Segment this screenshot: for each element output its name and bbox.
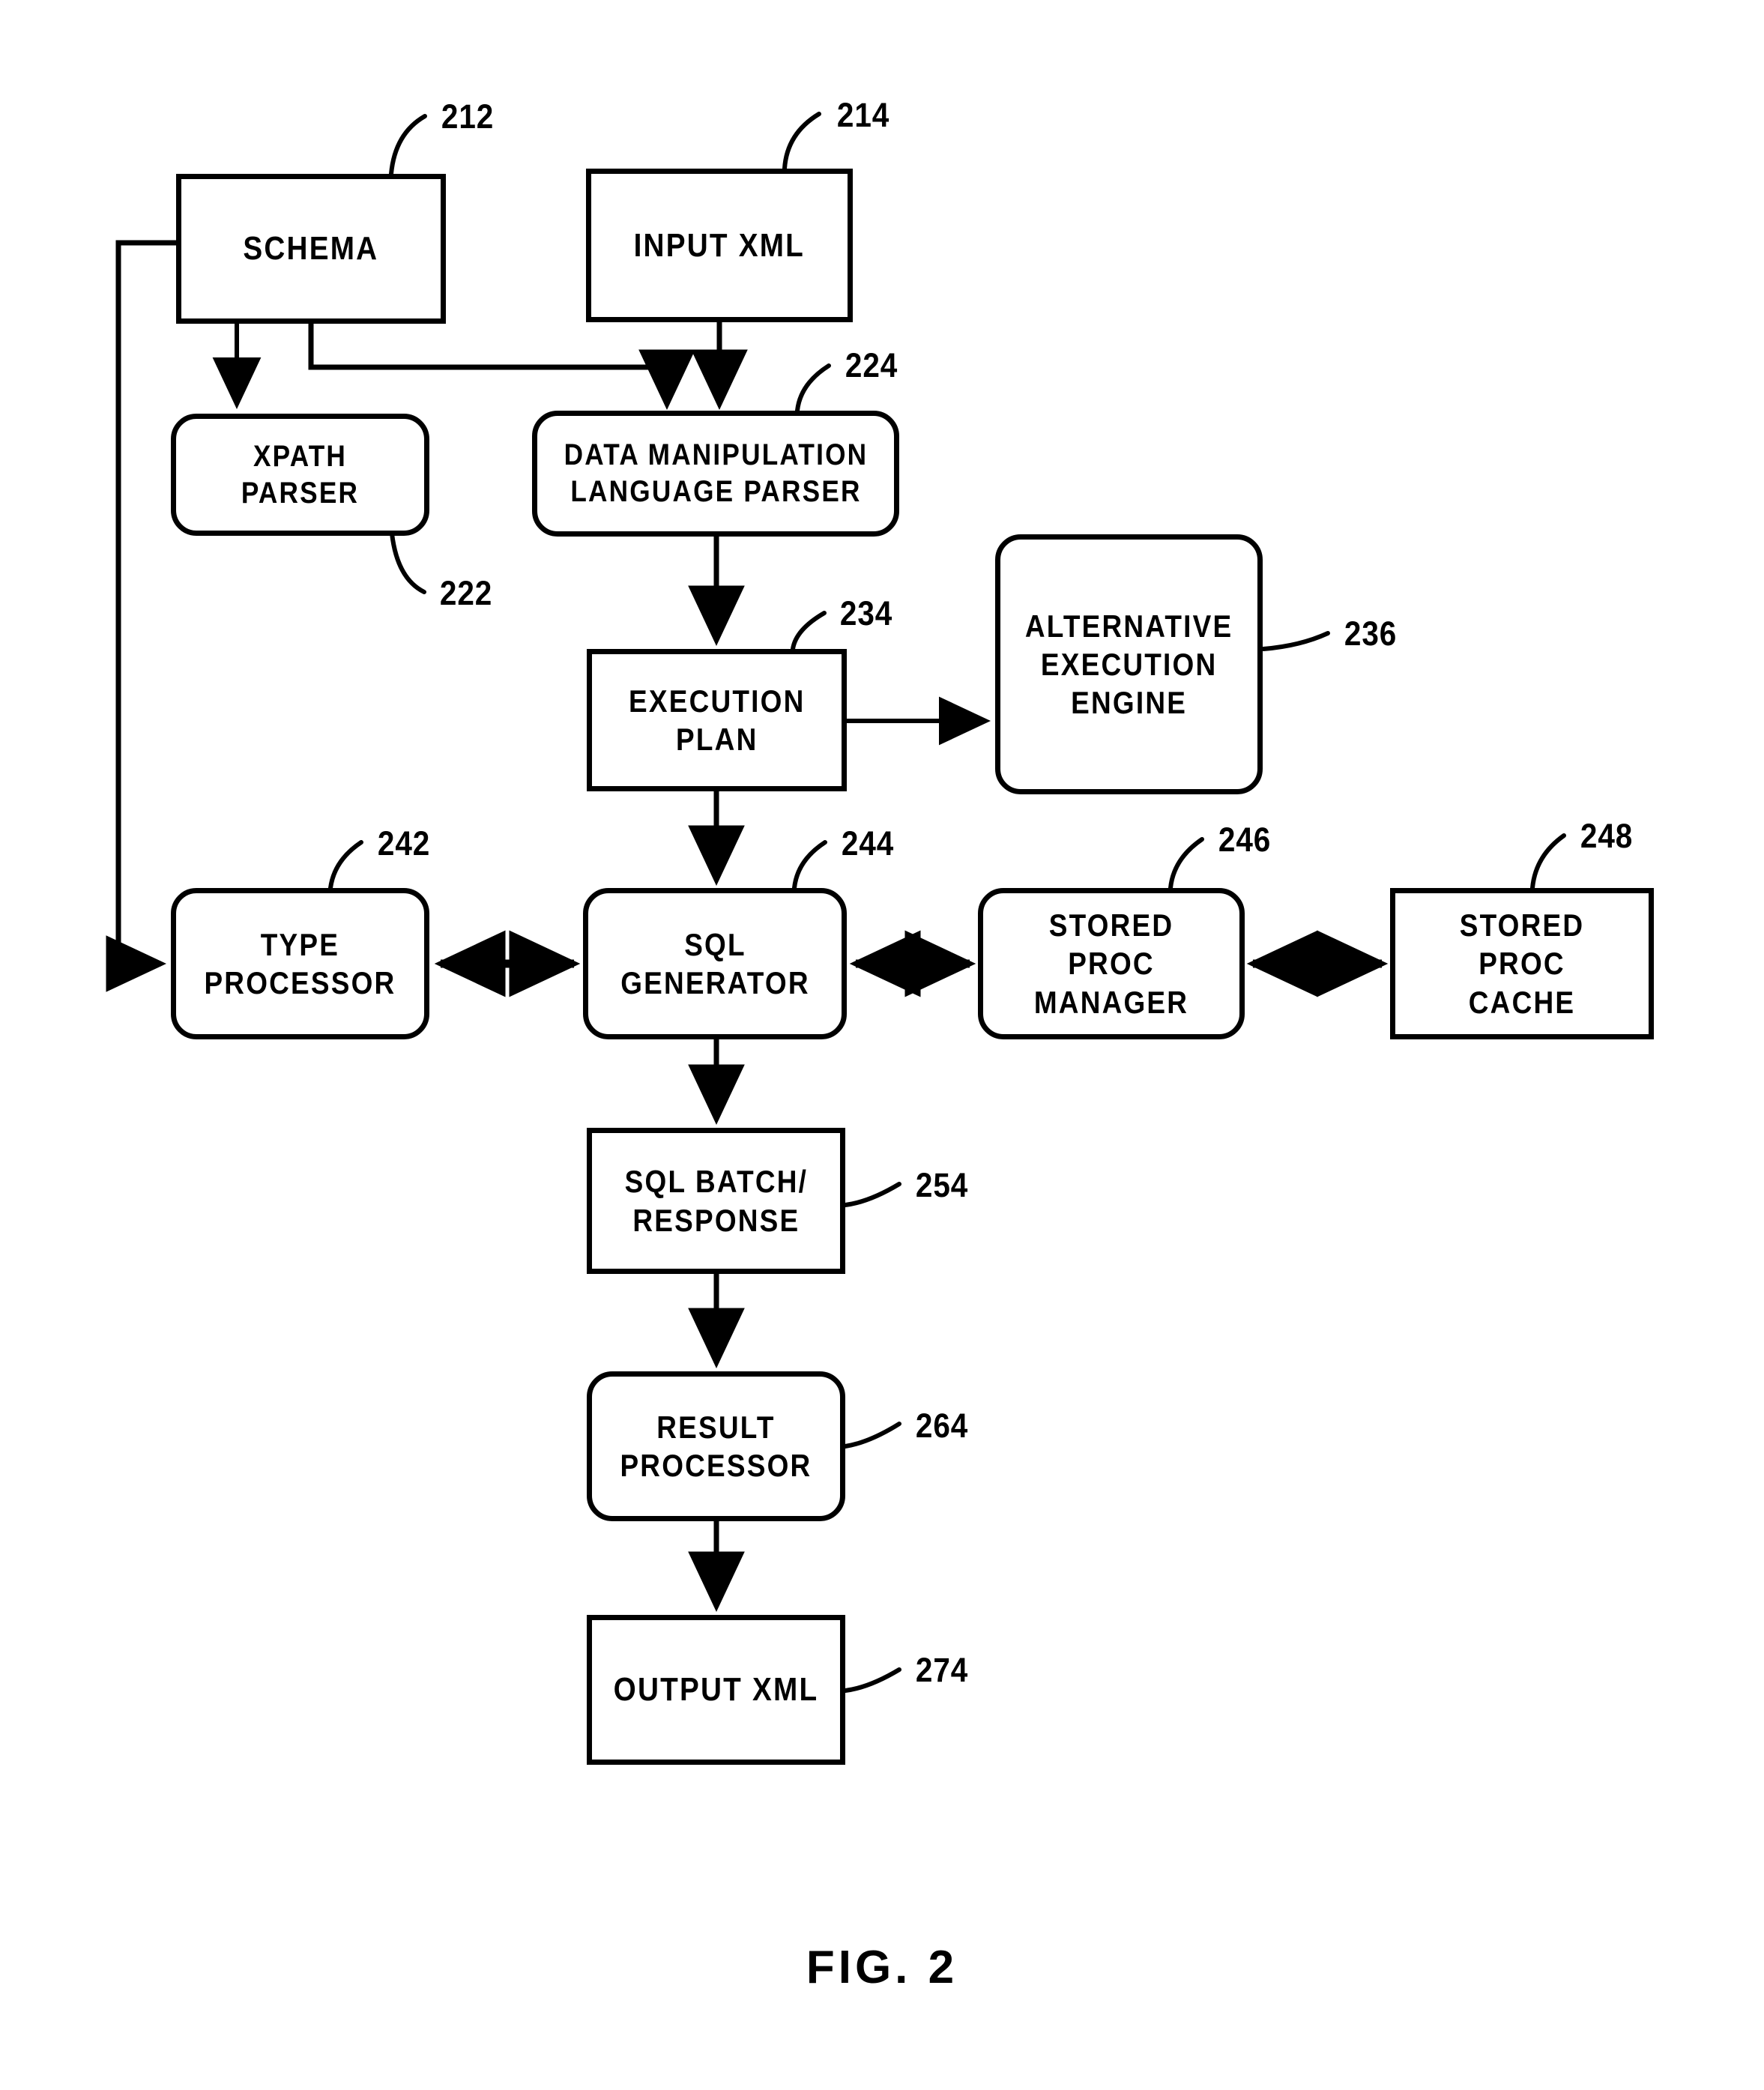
edge-schema-to-dml-parser [308,324,695,410]
node-xpath-parser-label: XPATH PARSER [241,439,360,510]
leader-222 [390,531,426,594]
ref-numeral-222: 222 [439,574,493,612]
node-result-processor[interactable]: RESULT PROCESSOR [587,1371,845,1521]
node-stored-proc-manager-label: STORED PROC MANAGER [1033,907,1189,1020]
leader-274 [843,1667,901,1693]
node-stored-proc-cache[interactable]: STORED PROC CACHE [1390,888,1654,1039]
node-output-xml-label: OUTPUT XML [613,1671,819,1709]
node-execution-plan[interactable]: EXECUTION PLAN [587,649,847,791]
patent-figure: SCHEMA INPUT XML XPATH PARSER DATA MANIP… [0,0,1764,2090]
node-alternative-execution-engine[interactable]: ALTERNATIVE EXECUTION ENGINE [995,534,1263,794]
leader-236 [1261,631,1330,651]
leader-212 [389,114,427,176]
leader-214 [782,112,821,171]
leader-234 [791,611,827,651]
node-input-xml-label: INPUT XML [633,226,806,264]
ref-numeral-242: 242 [377,824,431,863]
ref-numeral-246: 246 [1218,821,1272,859]
ref-numeral-234: 234 [839,594,893,632]
ref-numeral-244: 244 [841,824,895,863]
node-sql-batch-response[interactable]: SQL BATCH/ RESPONSE [587,1128,845,1274]
node-type-processor[interactable]: TYPE PROCESSOR [171,888,429,1039]
ref-numeral-224: 224 [845,346,898,384]
node-sql-batch-response-label: SQL BATCH/ RESPONSE [624,1164,808,1238]
node-schema-label: SCHEMA [243,230,379,268]
node-result-processor-label: RESULT PROCESSOR [620,1409,812,1483]
leader-242 [328,840,363,890]
edge-schema-to-type-processor [106,240,176,992]
ref-numeral-248: 248 [1580,817,1634,855]
node-dml-parser-label: DATA MANIPULATION LANGUAGE PARSER [564,438,868,508]
node-sql-generator-label: SQL GENERATOR [620,926,810,1000]
leader-224 [795,363,831,413]
leader-246 [1168,837,1204,890]
leader-244 [792,840,827,890]
node-type-processor-label: TYPE PROCESSOR [204,926,396,1000]
ref-numeral-214: 214 [836,96,890,134]
node-alternative-execution-engine-label: ALTERNATIVE EXECUTION ENGINE [1024,608,1233,721]
node-schema[interactable]: SCHEMA [176,174,446,324]
ref-numeral-212: 212 [441,97,495,136]
node-stored-proc-cache-label: STORED PROC CACHE [1459,907,1585,1020]
node-stored-proc-manager[interactable]: STORED PROC MANAGER [978,888,1245,1039]
node-execution-plan-label: EXECUTION PLAN [628,683,806,757]
leader-264 [843,1422,901,1449]
node-output-xml[interactable]: OUTPUT XML [587,1615,845,1765]
node-xpath-parser[interactable]: XPATH PARSER [171,414,429,536]
node-sql-generator[interactable]: SQL GENERATOR [583,888,847,1039]
leader-254 [843,1182,901,1207]
node-input-xml[interactable]: INPUT XML [586,169,853,322]
ref-numeral-254: 254 [915,1166,969,1204]
ref-numeral-264: 264 [915,1407,969,1445]
leader-248 [1530,833,1566,890]
node-dml-parser[interactable]: DATA MANIPULATION LANGUAGE PARSER [532,411,899,537]
ref-numeral-236: 236 [1344,614,1398,653]
figure-caption: FIG. 2 [806,1942,958,1993]
ref-numeral-274: 274 [915,1651,969,1689]
